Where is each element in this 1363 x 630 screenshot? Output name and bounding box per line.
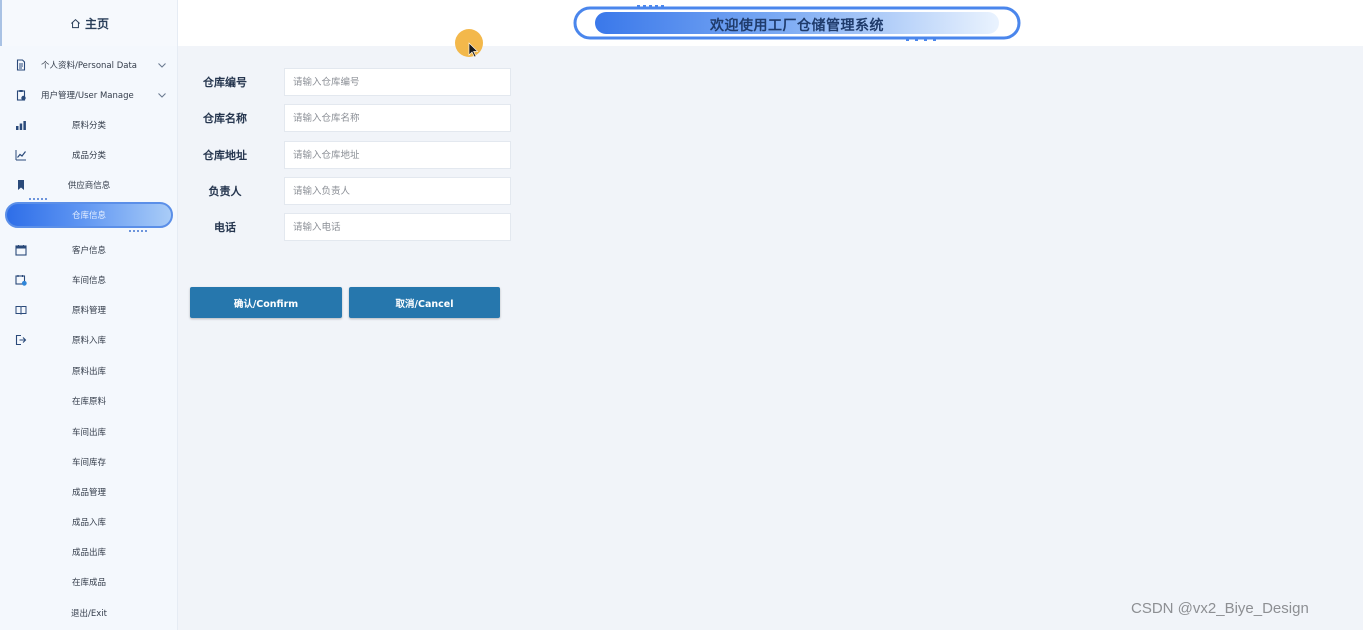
- title-banner: 欢迎使用工厂仓储管理系统: [573, 5, 1021, 41]
- phone-label: 电话: [214, 221, 236, 234]
- manager-label: 负责人: [208, 185, 242, 198]
- sidebar-item-supplier-info[interactable]: 供应商信息: [0, 173, 178, 197]
- confirm-button[interactable]: 确认/Confirm: [190, 287, 342, 318]
- sidebar-item-product-out[interactable]: 成品出库: [0, 540, 178, 564]
- warehouse-no-input[interactable]: [284, 68, 511, 96]
- sidebar-item-material-in[interactable]: 原料入库: [0, 328, 178, 352]
- sidebar-item-material-stock[interactable]: 在库原料: [0, 389, 178, 413]
- chevron-down-icon: [158, 93, 166, 98]
- form-row-warehouse-no: 仓库编号: [190, 68, 520, 96]
- sidebar-item-label: 原料入库: [71, 336, 106, 346]
- sidebar-item-warehouse-info[interactable]: 仓库信息: [0, 203, 178, 227]
- sidebar-item-label: 成品入库: [71, 518, 106, 528]
- document-icon: [16, 59, 26, 71]
- sidebar-item-product-manage[interactable]: 成品管理: [0, 480, 178, 504]
- sidebar-item-label: 客户信息: [71, 246, 106, 256]
- sidebar-item-label: 成品管理: [71, 488, 106, 498]
- sidebar-item-label: 仓库信息: [71, 211, 106, 221]
- sidebar-item-product-in[interactable]: 成品入库: [0, 510, 178, 534]
- warehouse-name-label: 仓库名称: [203, 112, 247, 125]
- sidebar-item-label: 原料出库: [71, 367, 106, 377]
- page-title: 欢迎使用工厂仓储管理系统: [710, 18, 884, 34]
- sidebar-item-label: 车间库存: [71, 458, 106, 468]
- sidebar-item-personal-data[interactable]: 个人资料/Personal Data: [0, 53, 178, 77]
- cancel-button[interactable]: 取消/Cancel: [349, 287, 500, 318]
- sidebar-item-label: 退出/Exit: [71, 609, 107, 619]
- phone-input[interactable]: [284, 213, 511, 241]
- sidebar-item-product-category[interactable]: 成品分类: [0, 143, 178, 167]
- warehouse-name-input[interactable]: [284, 104, 511, 132]
- sidebar-item-label: 原料分类: [71, 121, 106, 131]
- sidebar-item-label: 在库原料: [71, 397, 106, 407]
- sidebar-item-workshop-stock[interactable]: 车间库存: [0, 450, 178, 474]
- top-bar: 欢迎使用工厂仓储管理系统: [178, 0, 1363, 46]
- cursor-arrow-icon: [468, 42, 479, 58]
- home-icon: [71, 18, 80, 28]
- sidebar-item-material-manage[interactable]: 原料管理: [0, 298, 178, 322]
- warehouse-no-label: 仓库编号: [203, 76, 247, 89]
- warehouse-address-label: 仓库地址: [203, 149, 247, 162]
- form-row-warehouse-address: 仓库地址: [190, 141, 520, 169]
- manager-input[interactable]: [284, 177, 511, 205]
- form-row-manager: 负责人: [190, 177, 520, 205]
- sidebar-item-label: 成品出库: [71, 548, 106, 558]
- sidebar-item-label: 在库成品: [71, 578, 106, 588]
- sidebar-item-customer-info[interactable]: 客户信息: [0, 238, 178, 262]
- sidebar-item-material-out[interactable]: 原料出库: [0, 359, 178, 383]
- sidebar-item-workshop-out[interactable]: 车间出库: [0, 420, 178, 444]
- sidebar: 主页 个人资料/Personal Data 用户管理/User Manage 原…: [0, 0, 178, 630]
- sidebar-item-label: 车间信息: [71, 276, 106, 286]
- clipboard-icon: [16, 90, 26, 101]
- form-row-warehouse-name: 仓库名称: [190, 104, 520, 132]
- sidebar-item-exit[interactable]: 退出/Exit: [0, 601, 178, 625]
- form-row-phone: 电话: [190, 213, 520, 241]
- sidebar-item-label: 用户管理/User Manage: [41, 91, 134, 101]
- sidebar-item-product-stock[interactable]: 在库成品: [0, 570, 178, 594]
- sidebar-home-label: 主页: [84, 16, 109, 31]
- sidebar-item-label: 成品分类: [71, 151, 106, 161]
- sidebar-item-label: 原料管理: [71, 306, 106, 316]
- sidebar-item-user-manage[interactable]: 用户管理/User Manage: [0, 83, 178, 107]
- chevron-down-icon: [158, 63, 166, 68]
- sidebar-item-label: 个人资料/Personal Data: [41, 61, 137, 71]
- sidebar-item-label: 供应商信息: [67, 181, 111, 191]
- sidebar-home[interactable]: 主页: [0, 0, 177, 46]
- sidebar-item-workshop-info[interactable]: 车间信息: [0, 268, 178, 292]
- warehouse-address-input[interactable]: [284, 141, 511, 169]
- watermark: CSDN @vx2_Biye_Design: [1131, 600, 1309, 617]
- sidebar-item-label: 车间出库: [71, 428, 106, 438]
- sidebar-item-material-category[interactable]: 原料分类: [0, 113, 178, 137]
